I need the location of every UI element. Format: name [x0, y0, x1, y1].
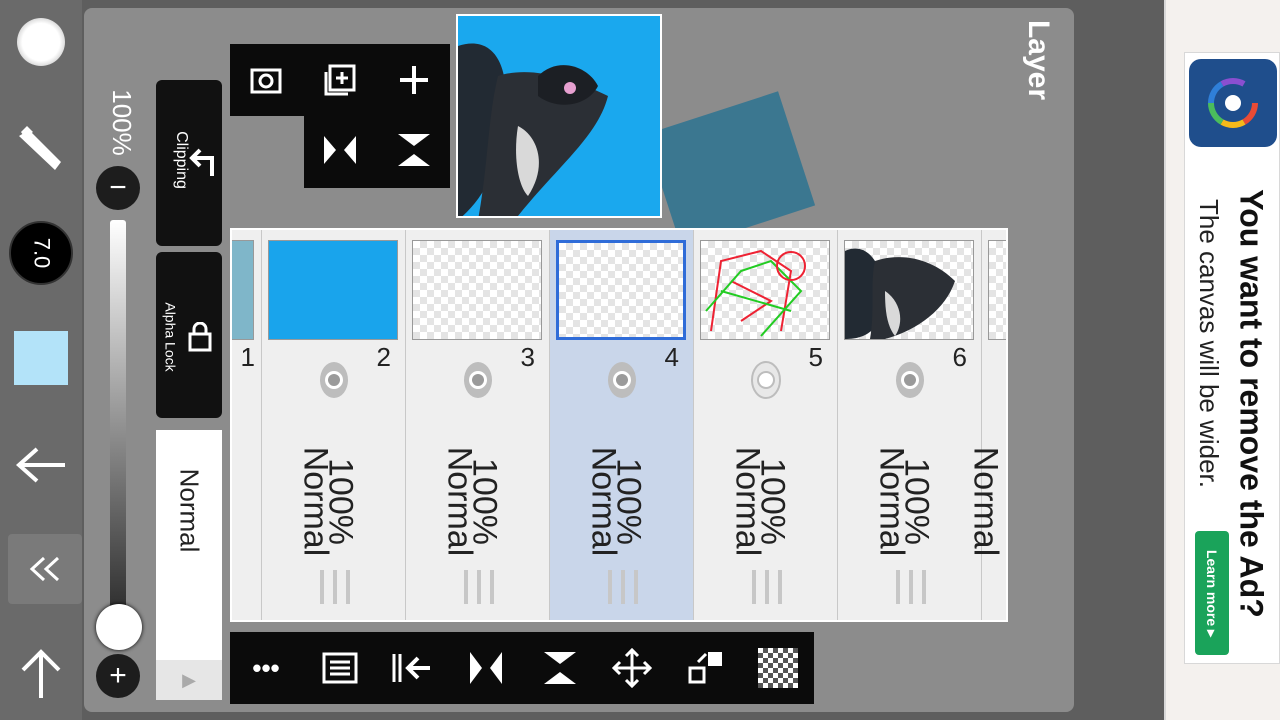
layer-thumbnail	[700, 240, 830, 340]
brush-size-value: 7.0	[29, 237, 54, 269]
layer-blend-mode: Normal	[728, 446, 767, 557]
visibility-eye-icon[interactable]	[314, 360, 354, 400]
layer-item-selected[interactable]: 4 100% Normal	[550, 230, 694, 620]
move-icon[interactable]	[606, 642, 658, 694]
up-arrow-icon[interactable]	[0, 646, 82, 702]
layer-item[interactable]: 1	[232, 230, 262, 620]
visibility-eye-icon[interactable]	[602, 360, 642, 400]
add-layer-icon[interactable]	[390, 56, 438, 104]
drag-handle-icon[interactable]	[320, 570, 350, 604]
opacity-minus-button[interactable]: −	[96, 166, 140, 210]
brush-size-icon[interactable]: 7.0	[0, 218, 82, 288]
artwork-preview-image	[458, 43, 608, 216]
learn-more-button[interactable]: Learn more ▸	[1195, 531, 1229, 655]
layer-item[interactable]: Normal	[967, 230, 1006, 620]
merge-down-icon[interactable]	[386, 642, 438, 694]
panel-title: Layer	[1022, 19, 1055, 101]
visibility-eye-icon[interactable]	[890, 360, 930, 400]
layer-thumbnail	[232, 240, 254, 340]
drag-handle-icon[interactable]	[464, 570, 494, 604]
layer-number: 3	[520, 342, 535, 372]
visibility-eye-icon[interactable]	[746, 360, 786, 400]
drag-handle-icon[interactable]	[608, 570, 638, 604]
layer-number: 2	[376, 342, 391, 372]
back-arrow-icon[interactable]	[0, 440, 82, 490]
layer-blend-mode: Normal	[296, 446, 335, 557]
flip-layer-horizontal-icon[interactable]	[316, 126, 364, 174]
layer-number: 4	[664, 342, 679, 372]
brush-dot-icon[interactable]	[0, 14, 82, 70]
layer-number: 1	[240, 342, 255, 372]
layer-blend-mode: Normal	[872, 446, 911, 557]
ad-body: The canvas will be wider.	[1194, 198, 1225, 488]
collapse-icon[interactable]	[8, 534, 82, 604]
layer-item[interactable]: 3 100% Normal	[406, 230, 550, 620]
paintbrush-icon[interactable]	[0, 120, 82, 180]
layer-thumbnail	[412, 240, 542, 340]
flip-vertical-icon[interactable]	[534, 642, 586, 694]
drag-handle-icon[interactable]	[752, 570, 782, 604]
clipping-icon	[189, 148, 214, 176]
layer-thumbnail	[988, 240, 1006, 340]
layer-blend-mode: Normal	[584, 446, 623, 557]
flip-horizontal-icon[interactable]	[460, 642, 512, 694]
opacity-value: 100%	[106, 88, 137, 156]
drag-handle-icon[interactable]	[896, 570, 926, 604]
camera-icon[interactable]	[242, 56, 290, 104]
ad-box[interactable]: You want to remove the Ad? The canvas wi…	[1184, 52, 1280, 664]
layer-props-icon[interactable]	[314, 642, 366, 694]
layer-blend-mode: Normal	[440, 446, 479, 557]
visibility-eye-icon[interactable]	[458, 360, 498, 400]
app-logo-icon	[1189, 59, 1277, 147]
layer-number: 5	[808, 342, 823, 372]
opacity-plus-button[interactable]: +	[96, 654, 140, 698]
layer-item[interactable]: 2 100% Normal	[262, 230, 406, 620]
opacity-slider[interactable]	[110, 220, 126, 620]
layer-thumbnail	[268, 240, 398, 340]
more-icon[interactable]: •••	[240, 642, 292, 694]
layer-thumbnail	[844, 240, 974, 340]
left-toolbar: 7.0	[0, 0, 82, 720]
layer-item[interactable]: 5 100% Normal	[694, 230, 838, 620]
duplicate-layer-icon[interactable]	[316, 56, 364, 104]
transparency-icon[interactable]	[752, 642, 804, 694]
layer-list[interactable]: 1 2 100% Normal 3 100% Normal 4 100% Nor…	[230, 228, 1008, 622]
clipping-button[interactable]: Clipping	[156, 80, 222, 246]
flip-layer-vertical-icon[interactable]	[390, 126, 438, 174]
color-swatch-icon[interactable]	[0, 330, 82, 386]
sketch-thumbnail-image	[705, 249, 806, 337]
character-thumbnail-image	[845, 248, 955, 339]
ad-headline: You want to remove the Ad?	[1233, 188, 1270, 618]
blend-mode-arrow-icon[interactable]: ▶	[156, 660, 222, 700]
blend-mode-select[interactable]: Normal	[156, 430, 222, 660]
transform-icon[interactable]	[680, 642, 732, 694]
layer-blend-mode: Normal	[966, 446, 1005, 557]
layer-number: 6	[952, 342, 967, 372]
layer-bottom-toolbar: •••	[230, 632, 814, 704]
opacity-slider-handle[interactable]	[96, 604, 142, 650]
layer-thumbnail	[556, 240, 686, 340]
layer-item[interactable]: 6 100% Normal	[838, 230, 982, 620]
canvas-preview[interactable]	[456, 14, 662, 218]
lock-icon	[188, 322, 212, 352]
alpha-lock-button[interactable]: Alpha Lock	[156, 252, 222, 418]
